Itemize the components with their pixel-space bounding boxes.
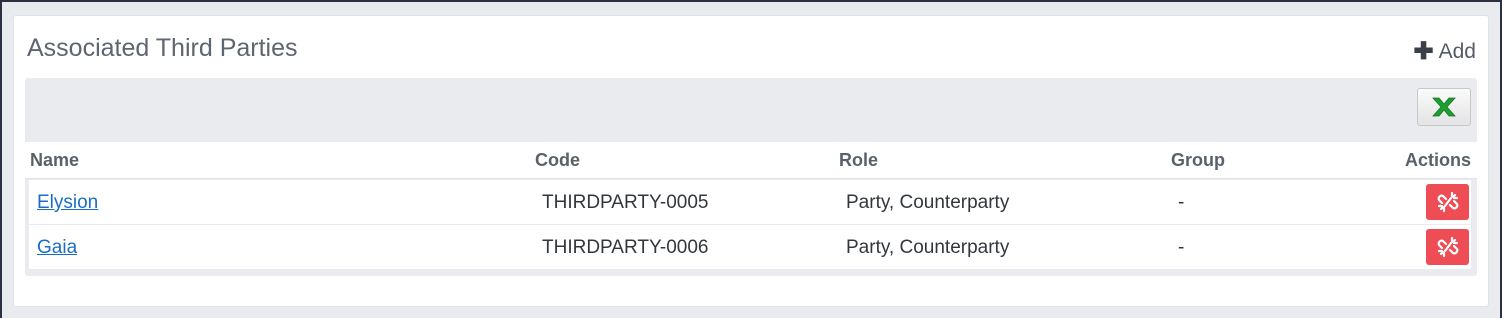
- column-header-actions: Actions: [1404, 150, 1471, 170]
- cell-role: Party, Counterparty: [846, 192, 1010, 213]
- cell-code: THIRDPARTY-0005: [542, 192, 709, 213]
- unlink-icon: [1437, 236, 1458, 258]
- unlink-button[interactable]: [1426, 184, 1469, 220]
- cell-name: Elysion: [37, 192, 98, 214]
- third-parties-table: Name Code Role Group Actions Elysion THI…: [25, 78, 1477, 276]
- cell-role: Party, Counterparty: [846, 237, 1010, 258]
- column-header-name: Name: [30, 150, 80, 170]
- unlink-button[interactable]: [1426, 229, 1469, 265]
- excel-icon: [1432, 97, 1456, 117]
- column-header-role: Role: [839, 150, 879, 170]
- panel-title: Associated Third Parties: [27, 34, 298, 62]
- cell-name: Gaia: [37, 237, 77, 259]
- column-header-group: Group: [1171, 150, 1225, 170]
- cell-code: THIRDPARTY-0006: [542, 237, 709, 258]
- table-row: Gaia THIRDPARTY-0006 Party, Counterparty…: [29, 225, 1471, 269]
- column-header-code: Code: [535, 150, 580, 170]
- third-party-link[interactable]: Elysion: [37, 192, 98, 213]
- plus-icon: ✚: [1413, 38, 1434, 65]
- cell-group: -: [1178, 237, 1185, 258]
- add-label: Add: [1438, 40, 1476, 63]
- cell-group: -: [1178, 192, 1185, 213]
- unlink-icon: [1437, 191, 1458, 213]
- third-party-link[interactable]: Gaia: [37, 237, 77, 258]
- table-header: Name Code Role Group Actions: [25, 142, 1477, 179]
- table-row: Elysion THIRDPARTY-0005 Party, Counterpa…: [29, 180, 1471, 224]
- export-excel-button[interactable]: [1417, 88, 1471, 126]
- associated-third-parties-panel: Associated Third Parties ✚ Add Name Code…: [13, 15, 1489, 307]
- add-button[interactable]: ✚ Add: [1414, 40, 1476, 64]
